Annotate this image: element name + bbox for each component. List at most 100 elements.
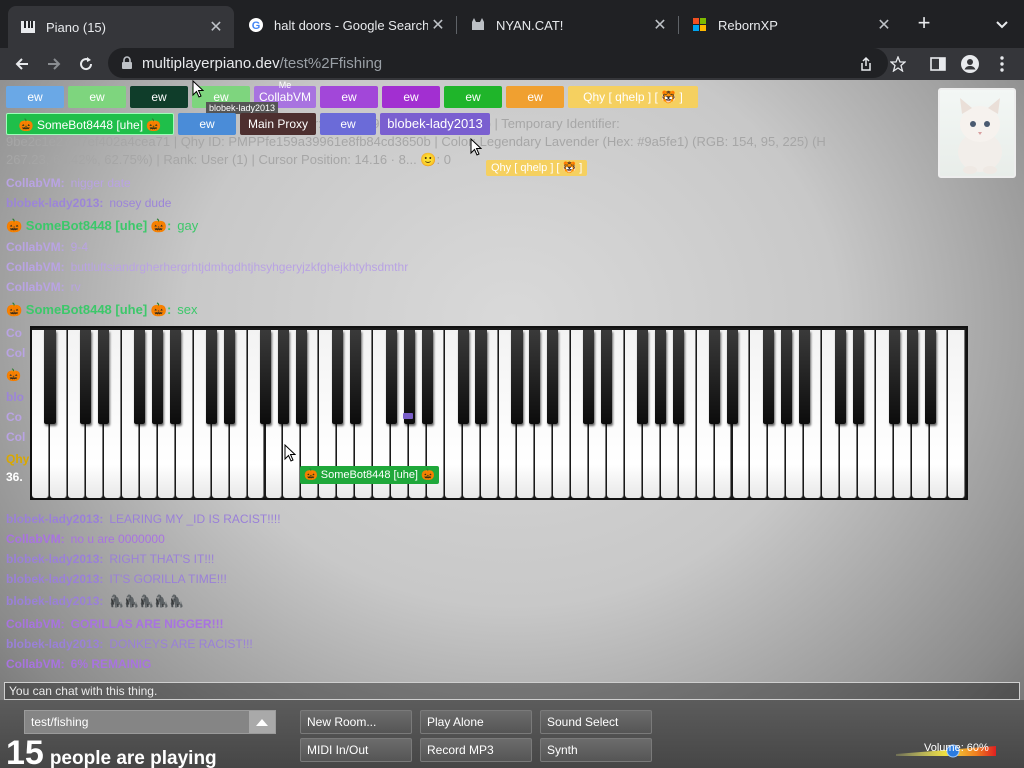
tab-rebornxp[interactable]: RebornXP ✕: [680, 8, 902, 42]
record-mp3-button[interactable]: Record MP3: [420, 738, 532, 762]
black-key[interactable]: [224, 330, 236, 424]
reload-icon[interactable]: [72, 50, 100, 78]
chat-text: RIGHT THAT'S IT!!!: [109, 552, 215, 566]
close-tab-icon[interactable]: ✕: [206, 17, 226, 37]
black-key[interactable]: [924, 330, 936, 424]
black-key[interactable]: [834, 330, 846, 424]
black-key[interactable]: [295, 330, 307, 424]
black-key[interactable]: [206, 330, 218, 424]
chat-message: CollabVM: nigger date: [6, 176, 131, 190]
player-tag-somebot[interactable]: 🎃 SomeBot8448 [uhe] 🎃: [6, 113, 174, 135]
black-key[interactable]: [852, 330, 864, 424]
player-tag-blobek[interactable]: blobek-lady2013: [380, 113, 490, 135]
chat-message: blobek-lady2013: LEARING MY _ID IS RACIST…: [6, 512, 281, 526]
close-tab-icon[interactable]: ✕: [428, 15, 448, 35]
tab-google-search[interactable]: G halt doors - Google Search ✕: [236, 8, 456, 42]
profile-icon[interactable]: [956, 50, 984, 78]
share-icon[interactable]: [852, 50, 880, 78]
white-key[interactable]: [948, 330, 965, 498]
chat-input[interactable]: You can chat with this thing.: [4, 682, 1020, 700]
black-key[interactable]: [726, 330, 739, 424]
chat-message: blobek-lady2013: RIGHT THAT'S IT!!!: [6, 552, 214, 566]
player-tag[interactable]: ew: [506, 86, 564, 108]
close-tab-icon[interactable]: ✕: [874, 15, 894, 35]
black-key[interactable]: [152, 330, 164, 424]
player-tag[interactable]: ew: [68, 86, 126, 108]
chat-user: CollabVM:: [6, 657, 65, 671]
new-room-button[interactable]: New Room...: [300, 710, 412, 734]
tab-nyan-cat[interactable]: NYAN.CAT! ✕: [458, 8, 678, 42]
bookmark-star-icon[interactable]: [884, 50, 912, 78]
black-key[interactable]: [583, 330, 595, 424]
black-key[interactable]: [906, 330, 918, 424]
black-key[interactable]: [170, 330, 182, 424]
kebab-menu-icon[interactable]: [988, 50, 1016, 78]
black-key[interactable]: [349, 330, 361, 424]
back-icon[interactable]: [8, 50, 36, 78]
info-line: 9be2c1e27cf7ef402a4cea71 | Qhy ID: PMPPf…: [6, 134, 826, 149]
chat-user: 🎃 SomeBot8448 [uhe] 🎃:: [6, 302, 172, 317]
player-tag[interactable]: ew: [320, 86, 378, 108]
black-key[interactable]: [601, 330, 613, 424]
player-tag[interactable]: ew: [444, 86, 502, 108]
play-alone-button[interactable]: Play Alone: [420, 710, 532, 734]
bottom-bar: test/fishing 15 people are playing New Ro…: [0, 700, 1024, 768]
browser-window: Piano (15) ✕ G halt doors - Google Searc…: [0, 0, 1024, 768]
tab-divider: [678, 16, 679, 34]
chat-message: blobek-lady2013: nosey dude: [6, 196, 171, 210]
player-tag[interactable]: ew: [130, 86, 188, 108]
midi-button[interactable]: MIDI In/Out: [300, 738, 412, 762]
black-key[interactable]: [403, 330, 415, 424]
black-key[interactable]: [331, 330, 343, 424]
black-key[interactable]: [655, 330, 667, 424]
new-tab-button[interactable]: +: [912, 12, 936, 36]
black-key[interactable]: [762, 330, 774, 424]
player-tag[interactable]: ew: [178, 113, 236, 135]
black-key[interactable]: [277, 330, 290, 424]
black-key[interactable]: [421, 330, 433, 424]
black-key[interactable]: [457, 330, 469, 424]
black-key[interactable]: [511, 330, 523, 424]
black-key[interactable]: [80, 330, 92, 424]
black-key[interactable]: [98, 330, 110, 424]
chat-message: CollabVM: GORILLAS ARE NIGGER!!!: [6, 617, 224, 631]
black-key[interactable]: [529, 330, 541, 424]
sound-select-button[interactable]: Sound Select: [540, 710, 652, 734]
player-tag-qhy[interactable]: Qhy [ qhelp ] [ 🐯 ]: [568, 86, 698, 108]
expand-up-icon[interactable]: [249, 711, 275, 733]
black-key[interactable]: [637, 330, 649, 424]
black-key[interactable]: [780, 330, 792, 424]
black-key[interactable]: [888, 330, 900, 424]
black-key[interactable]: [547, 330, 559, 424]
black-key[interactable]: [385, 330, 397, 424]
chat-user: CollabVM:: [6, 617, 65, 631]
room-selector[interactable]: test/fishing: [24, 710, 276, 734]
player-tag[interactable]: ew: [320, 113, 376, 135]
player-tag[interactable]: ew: [6, 86, 64, 108]
tab-piano[interactable]: Piano (15) ✕: [8, 6, 234, 48]
chat-fragment: 🎃: [6, 368, 21, 382]
black-key[interactable]: [134, 330, 146, 424]
chat-text: rv: [70, 280, 81, 294]
side-panel-icon[interactable]: [924, 50, 952, 78]
windows-favicon-icon: [692, 17, 708, 33]
black-key[interactable]: [673, 330, 685, 424]
black-key[interactable]: [708, 330, 721, 424]
mouse-cursor-icon: [192, 80, 204, 98]
black-key[interactable]: [44, 330, 56, 424]
player-tag-main-proxy[interactable]: Main Proxy: [240, 113, 316, 135]
black-key[interactable]: [259, 330, 272, 424]
close-tab-icon[interactable]: ✕: [650, 15, 670, 35]
player-tag[interactable]: ew: [382, 86, 440, 108]
synth-button[interactable]: Synth: [540, 738, 652, 762]
black-key[interactable]: [475, 330, 487, 424]
black-key[interactable]: [798, 330, 810, 424]
lock-icon[interactable]: [120, 56, 134, 70]
piano-favicon-icon: [20, 19, 36, 35]
me-label: Me: [278, 80, 292, 90]
tab-search-chevron-icon[interactable]: [992, 14, 1012, 34]
forward-icon[interactable]: [40, 50, 68, 78]
address-bar[interactable]: multiplayerpiano.dev/test%2Ffishing: [108, 48, 888, 78]
piano-keyboard[interactable]: [30, 326, 968, 500]
chat-message: 🎃 SomeBot8448 [uhe] 🎃: sex: [6, 302, 198, 318]
